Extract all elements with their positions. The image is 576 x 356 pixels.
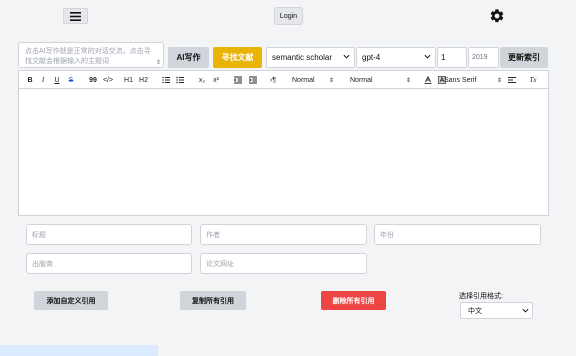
chevron-down-icon xyxy=(522,308,529,313)
app-root: Login 点击AI写作就是正常的对话交流，点击寻找文献会根据输入的主题词 ⇕ … xyxy=(0,0,576,356)
size-dropdown-value: Normal xyxy=(292,76,315,84)
align-left-icon xyxy=(507,77,516,83)
editor-content-area[interactable] xyxy=(19,90,548,215)
model-select[interactable]: gpt-4 xyxy=(356,47,436,68)
add-custom-citation-button[interactable]: 添加自定义引用 xyxy=(34,291,108,310)
text-direction-button[interactable]: ›¶ xyxy=(268,74,278,86)
paper-url-input[interactable]: 论文网址 xyxy=(200,253,367,274)
find-references-button[interactable]: 寻找文献 xyxy=(213,47,262,68)
font-color-button[interactable] xyxy=(424,74,432,86)
bullet-list-button[interactable] xyxy=(175,74,185,86)
top-bar: Login xyxy=(0,0,576,34)
heading-1-button[interactable]: H1 xyxy=(123,74,134,86)
subscript-button[interactable]: x₂ xyxy=(197,74,207,86)
resize-handle-icon[interactable]: ⇕ xyxy=(156,60,161,66)
prompt-placeholder: 点击AI写作就是正常的对话交流，点击寻找文献会根据输入的主题词 xyxy=(25,48,151,65)
updown-icon: ⇕ xyxy=(329,77,335,84)
superscript-button[interactable]: x² xyxy=(211,74,221,86)
heading-2-button[interactable]: H2 xyxy=(138,74,149,86)
align-button[interactable] xyxy=(507,74,516,86)
citation-format-value: 中文 xyxy=(468,307,482,315)
update-index-button[interactable]: 更新索引 xyxy=(500,47,548,68)
clear-format-button[interactable]: Tx xyxy=(528,74,538,86)
chevron-down-icon xyxy=(343,54,350,59)
citation-format-label: 选择引用格式: xyxy=(459,293,503,300)
chevron-down-icon xyxy=(424,54,431,59)
year-input[interactable]: 2019 xyxy=(468,47,499,68)
bottom-panel-edge xyxy=(0,345,158,356)
font-color-icon xyxy=(424,76,432,84)
prompt-textarea[interactable]: 点击AI写作就是正常的对话交流，点击寻找文献会根据输入的主题词 ⇕ xyxy=(18,42,164,68)
title-input[interactable]: 标题 xyxy=(26,224,192,245)
hamburger-icon xyxy=(70,11,81,21)
source-select-value: semantic scholar xyxy=(272,53,333,62)
editor-toolbar: B I U S 99 </> H1 H2 x₂ x² ›¶ Normal ⇕ N… xyxy=(19,71,548,89)
indent-icon xyxy=(249,76,257,84)
indent-button[interactable] xyxy=(248,74,258,86)
menu-button[interactable] xyxy=(63,8,88,24)
delete-all-citations-button[interactable]: 删除所有引用 xyxy=(321,291,386,310)
ordered-list-button[interactable] xyxy=(161,74,171,86)
blockquote-button[interactable]: 99 xyxy=(88,74,98,86)
code-block-button[interactable]: </> xyxy=(103,74,113,86)
header-dropdown-value: Normal xyxy=(350,76,373,84)
outdent-button[interactable] xyxy=(233,74,243,86)
author-input[interactable]: 作者 xyxy=(200,224,367,245)
ordered-list-icon xyxy=(162,77,170,83)
strike-button[interactable]: S xyxy=(67,74,75,86)
underline-button[interactable]: U xyxy=(53,74,61,86)
year-field[interactable]: 年份 xyxy=(374,224,541,245)
outdent-icon xyxy=(234,76,242,84)
ai-write-button[interactable]: AI写作 xyxy=(168,47,209,68)
gear-icon[interactable] xyxy=(489,8,505,24)
result-count-input[interactable]: 1 xyxy=(437,47,467,68)
bold-button[interactable]: B xyxy=(26,74,34,86)
bullet-list-icon xyxy=(176,76,184,84)
citation-format-select[interactable]: 中文 xyxy=(460,302,533,319)
size-dropdown[interactable]: Normal ⇕ xyxy=(292,74,336,86)
italic-button[interactable]: I xyxy=(39,74,47,86)
font-family-dropdown-value: Sans Serif xyxy=(444,76,477,84)
rich-text-editor: B I U S 99 </> H1 H2 x₂ x² ›¶ Normal ⇕ N… xyxy=(18,70,549,216)
publisher-input[interactable]: 出版商 xyxy=(26,253,192,274)
model-select-value: gpt-4 xyxy=(362,53,381,62)
login-button[interactable]: Login xyxy=(274,7,303,25)
font-family-dropdown[interactable]: Sans Serif ⇕ xyxy=(444,74,502,86)
header-dropdown[interactable]: Normal ⇕ xyxy=(350,74,413,86)
updown-icon: ⇕ xyxy=(497,77,503,84)
source-select[interactable]: semantic scholar xyxy=(266,47,355,68)
copy-all-citations-button[interactable]: 复制所有引用 xyxy=(180,291,246,310)
updown-icon: ⇕ xyxy=(406,77,412,84)
